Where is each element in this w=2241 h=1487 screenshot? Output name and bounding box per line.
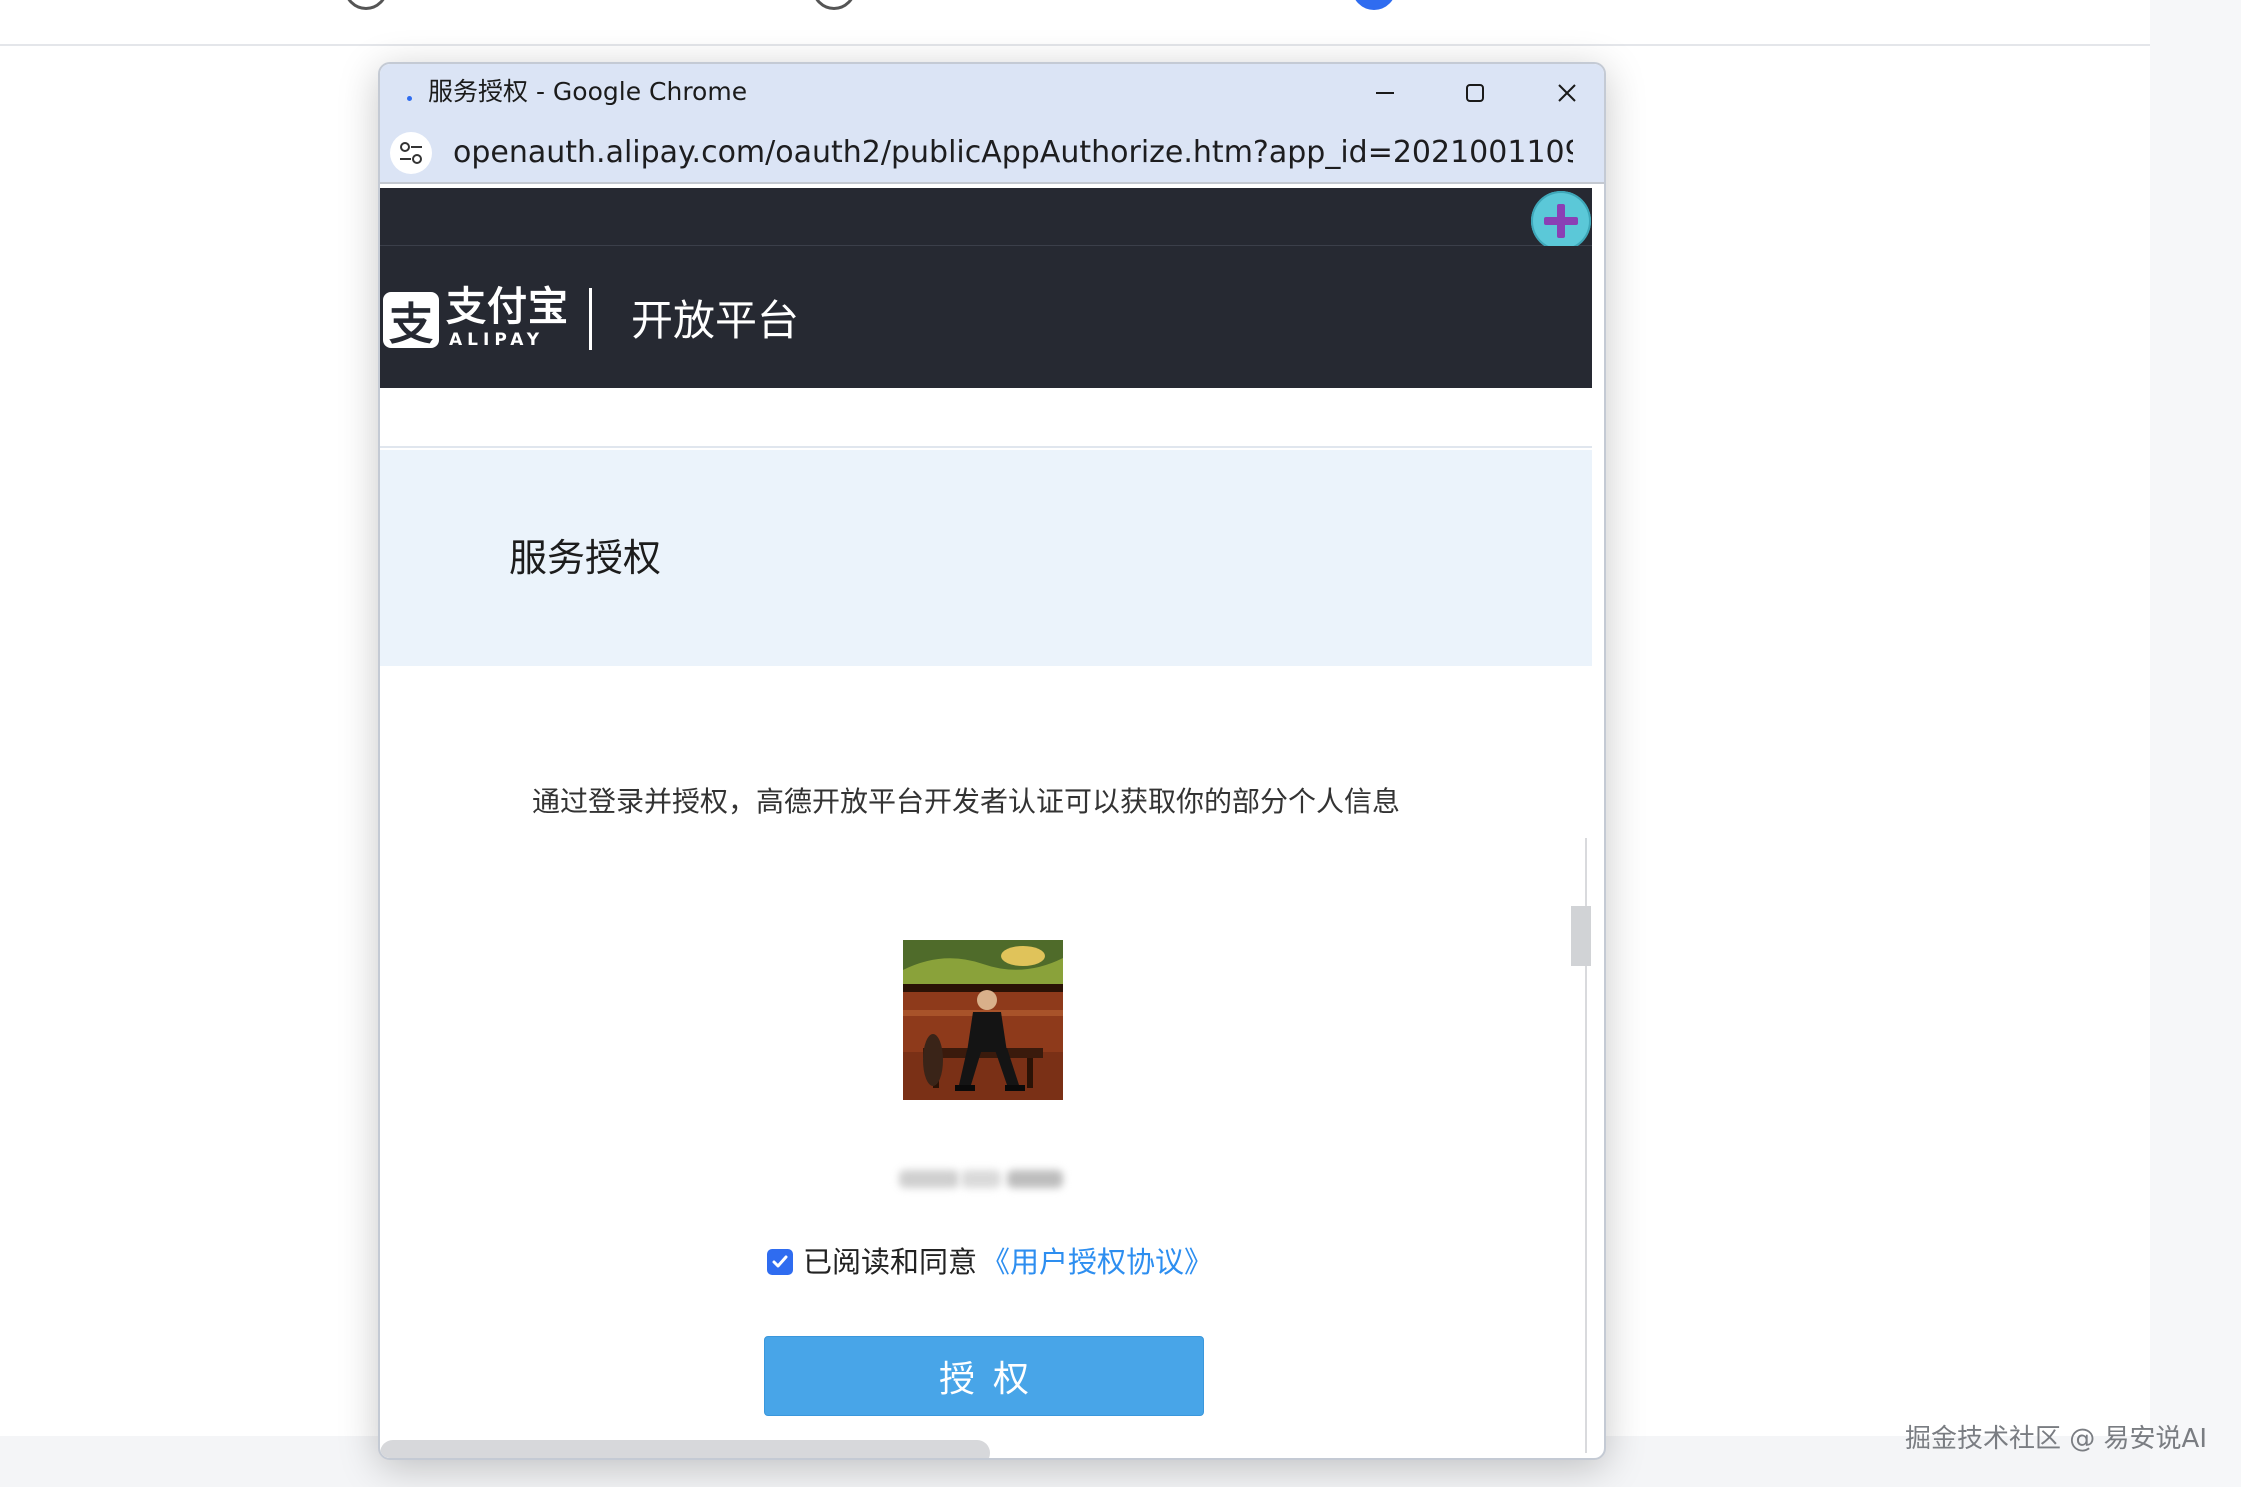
site-settings-icon[interactable] bbox=[390, 132, 432, 174]
watermark: 掘金技术社区 @ 易安说AI bbox=[1905, 1424, 2207, 1454]
minimize-icon bbox=[1376, 92, 1394, 94]
alipay-logo-icon[interactable]: 支 bbox=[383, 292, 439, 350]
spacer bbox=[380, 388, 1592, 448]
page-viewport: 支 支付宝 ALIPAY 开放平台 服务授权 通过登录并授权，高德开放平台开发者… bbox=[380, 188, 1592, 1458]
address-bar[interactable]: openauth.alipay.com/oauth2/publicAppAuth… bbox=[380, 122, 1604, 184]
page-title: 服务授权 bbox=[509, 536, 662, 580]
plus-icon bbox=[1544, 204, 1578, 238]
avatar bbox=[903, 940, 1063, 1100]
minimize-button[interactable] bbox=[1340, 64, 1430, 122]
title-banner: 服务授权 bbox=[380, 450, 1592, 666]
maximize-button[interactable] bbox=[1430, 64, 1520, 122]
user-agreement-link[interactable]: 《用户授权协议》 bbox=[981, 1242, 1213, 1282]
page-divider bbox=[0, 44, 2150, 46]
site-header: 支 支付宝 ALIPAY 开放平台 bbox=[380, 246, 1592, 388]
horizontal-scrollbar[interactable] bbox=[380, 1440, 990, 1458]
platform-title: 开放平台 bbox=[631, 296, 800, 345]
header-divider bbox=[589, 288, 592, 350]
logo-text: 支付宝 bbox=[446, 284, 569, 330]
page-right-panel bbox=[2150, 0, 2241, 1487]
close-button[interactable] bbox=[1522, 64, 1604, 122]
step-indicator bbox=[344, 0, 388, 10]
authorize-button[interactable]: 授权 bbox=[764, 1336, 1204, 1416]
agree-label: 已阅读和同意 bbox=[803, 1245, 978, 1279]
auth-description-row: 通过登录并授权，高德开放平台开发者认证可以获取你的部分个人信息 bbox=[380, 784, 1592, 820]
step-indicator bbox=[812, 0, 856, 10]
auth-description: 通过登录并授权，高德开放平台开发者认证可以获取你的部分个人信息 bbox=[531, 785, 1400, 818]
add-button[interactable] bbox=[1531, 191, 1591, 251]
agree-checkbox[interactable] bbox=[767, 1249, 793, 1275]
chrome-popup-window: 服务授权 - Google Chrome openauth.alipay.com… bbox=[378, 62, 1606, 1460]
vertical-scrollbar-thumb[interactable] bbox=[1571, 906, 1591, 966]
checkmark-icon bbox=[772, 1255, 788, 1268]
window-title: 服务授权 - Google Chrome bbox=[428, 77, 748, 106]
blurred-username bbox=[899, 1165, 1067, 1193]
agreement-row: 已阅读和同意 《用户授权协议》 bbox=[767, 1242, 1213, 1282]
title-bar[interactable]: 服务授权 - Google Chrome bbox=[380, 64, 1604, 122]
top-strip bbox=[380, 188, 1592, 246]
horizontal-scrollbar-thumb[interactable] bbox=[380, 1440, 990, 1458]
close-icon bbox=[1558, 84, 1576, 102]
page-footer-link[interactable] bbox=[770, 1474, 1110, 1487]
loading-favicon-icon bbox=[407, 96, 412, 101]
step-indicator-active bbox=[1352, 0, 1396, 10]
maximize-icon bbox=[1466, 84, 1484, 102]
logo-subtext: ALIPAY bbox=[449, 330, 545, 350]
url-text[interactable]: openauth.alipay.com/oauth2/publicAppAuth… bbox=[453, 134, 1573, 172]
